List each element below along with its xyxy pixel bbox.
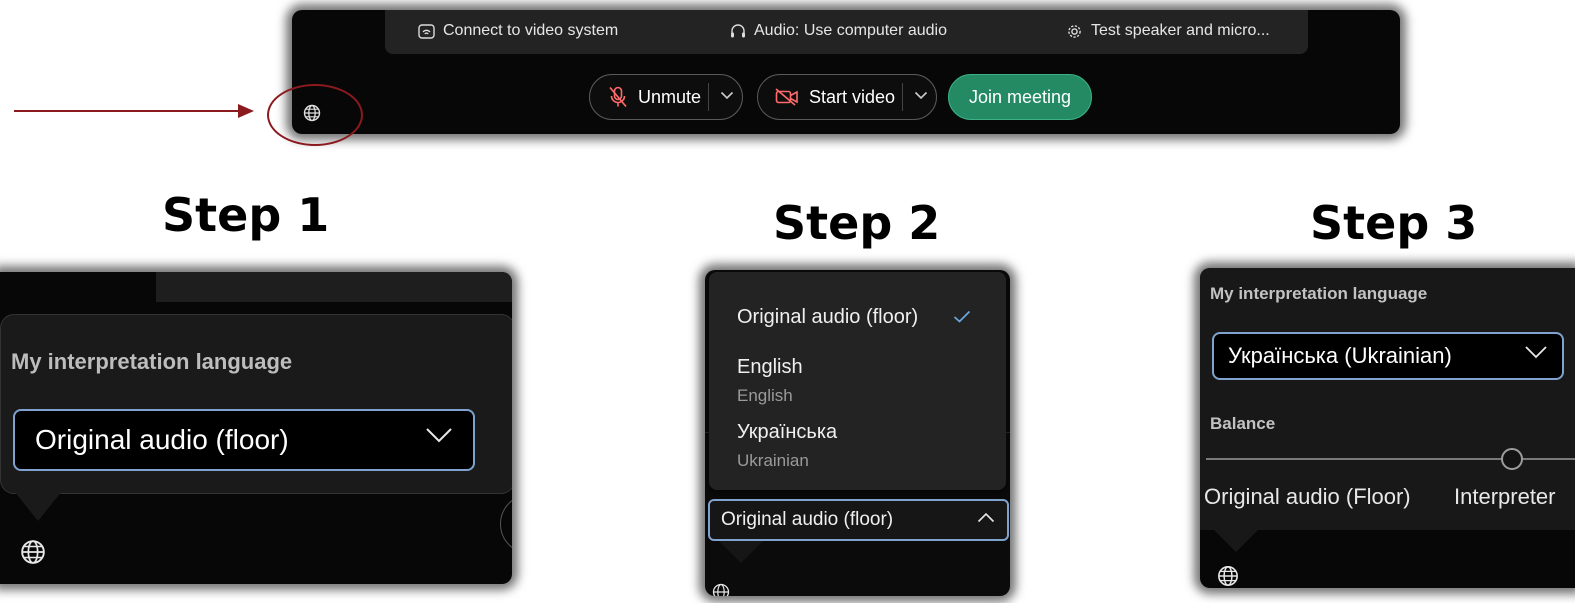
language-option-ukrainian[interactable]: Українська Ukrainian	[737, 421, 837, 471]
language-dropdown-menu: Original audio (floor) English English У…	[709, 272, 1006, 490]
step-3-title: Step 3	[1310, 196, 1478, 250]
balance-slider-thumb[interactable]	[1501, 448, 1524, 470]
chevron-down-icon[interactable]	[720, 91, 734, 100]
start-video-button[interactable]: Start video	[757, 74, 937, 120]
step-1-title: Step 1	[162, 188, 330, 242]
chevron-down-icon[interactable]	[914, 91, 928, 100]
test-speaker-mic-label: Test speaker and micro...	[1091, 22, 1270, 39]
interpretation-language-label: My interpretation language	[1210, 284, 1428, 303]
annotation-arrow-head	[238, 104, 254, 118]
meeting-controls-panel: Connect to video system Audio: Use compu…	[292, 10, 1400, 134]
audio-option[interactable]: Audio: Use computer audio	[730, 22, 947, 40]
headset-icon	[730, 23, 746, 40]
chevron-down-icon	[1524, 345, 1548, 360]
balance-label: Balance	[1210, 414, 1276, 433]
audio-option-label: Audio: Use computer audio	[754, 22, 947, 39]
selected-language-value: Original audio (floor)	[35, 424, 289, 455]
annotation-arrow-line	[14, 110, 242, 112]
globe-icon[interactable]	[20, 539, 46, 565]
gear-icon	[1066, 23, 1083, 40]
interpretation-language-select[interactable]: Original audio (floor)	[13, 409, 475, 471]
connect-video-system-option[interactable]: Connect to video system	[418, 22, 618, 40]
unmute-label: Unmute	[638, 86, 702, 107]
language-option-english[interactable]: English English	[737, 356, 803, 406]
step-2-title: Step 2	[773, 196, 941, 250]
language-option-sublabel: Ukrainian	[737, 451, 809, 470]
step-1-screenshot: t My interpretation language Original au…	[0, 272, 512, 584]
mic-muted-icon	[608, 86, 628, 108]
globe-icon[interactable]	[712, 583, 730, 596]
selected-language-value: Original audio (floor)	[721, 509, 894, 530]
background-button-outline	[500, 494, 512, 554]
selected-language-value: Українська (Ukrainian)	[1228, 343, 1452, 368]
language-option-original[interactable]: Original audio (floor)	[737, 306, 918, 329]
start-video-label: Start video	[809, 86, 896, 107]
chevron-down-icon	[425, 427, 453, 444]
language-option-sublabel: English	[737, 386, 793, 405]
connect-video-system-label: Connect to video system	[443, 22, 619, 39]
interpretation-language-select[interactable]: Original audio (floor)	[708, 499, 1009, 541]
interpretation-language-label: My interpretation language	[11, 349, 293, 374]
video-system-icon	[418, 23, 435, 39]
test-speaker-mic-option[interactable]: Test speaker and micro...	[1066, 22, 1270, 40]
popup-pointer	[719, 541, 763, 563]
step-2-screenshot: Original audio (floor) English English У…	[705, 270, 1010, 596]
background-band	[156, 272, 512, 302]
language-option-label: English	[737, 356, 803, 378]
popup-pointer	[1214, 530, 1258, 552]
language-option-label: Original audio (floor)	[737, 306, 919, 328]
popup-pointer	[14, 491, 62, 521]
interpretation-popup: My interpretation language Original audi…	[0, 314, 512, 494]
chevron-up-icon	[977, 512, 995, 523]
interpretation-popup: My interpretation language Українська (U…	[1200, 268, 1575, 530]
audio-video-options-bar: Connect to video system Audio: Use compu…	[385, 10, 1308, 54]
step-3-screenshot: My interpretation language Українська (U…	[1200, 268, 1575, 588]
unmute-button[interactable]: Unmute	[589, 74, 743, 120]
interpretation-language-select[interactable]: Українська (Ukrainian)	[1212, 332, 1564, 380]
language-option-label: Українська	[737, 421, 838, 443]
video-off-icon	[775, 88, 799, 106]
globe-icon[interactable]	[1217, 565, 1239, 587]
join-meeting-button[interactable]: Join meeting	[948, 74, 1093, 120]
balance-left-label: Original audio (Floor)	[1204, 484, 1411, 509]
checkmark-icon	[953, 310, 971, 323]
balance-right-label: Interpreter	[1454, 484, 1556, 509]
annotation-highlight-ring	[267, 84, 363, 146]
